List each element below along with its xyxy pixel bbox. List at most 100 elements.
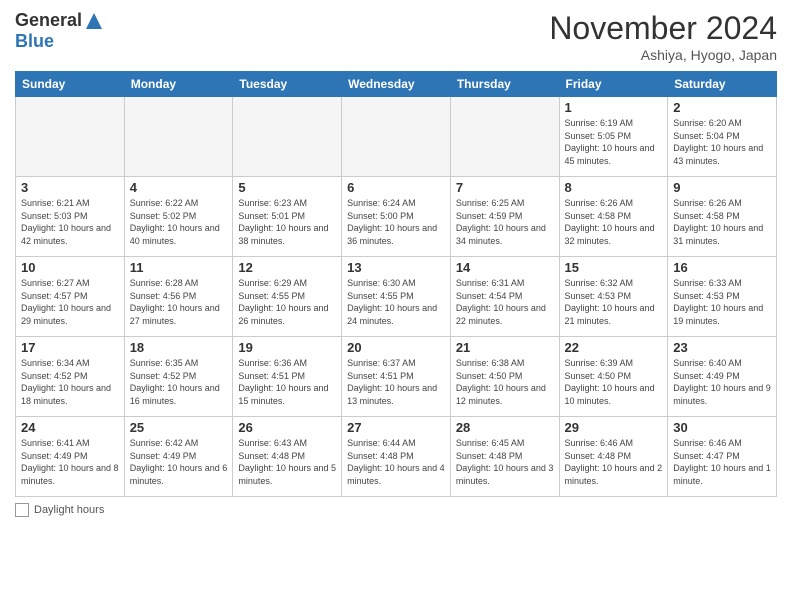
calendar-cell: 30 Sunrise: 6:46 AMSunset: 4:47 PMDayligh… — [668, 417, 777, 497]
calendar-cell — [233, 97, 342, 177]
calendar-week-3: 17 Sunrise: 6:34 AMSunset: 4:52 PMDayligh… — [16, 337, 777, 417]
calendar-cell: 6 Sunrise: 6:24 AMSunset: 5:00 PMDaylight… — [342, 177, 451, 257]
day-info: Sunrise: 6:26 AMSunset: 4:58 PMDaylight:… — [565, 197, 663, 247]
day-info: Sunrise: 6:33 AMSunset: 4:53 PMDaylight:… — [673, 277, 771, 327]
day-number: 17 — [21, 340, 119, 355]
col-sunday: Sunday — [16, 72, 125, 97]
calendar-cell: 1 Sunrise: 6:19 AMSunset: 5:05 PMDaylight… — [559, 97, 668, 177]
calendar-cell: 29Sunrise: 6:46 AMSunset: 4:48 PMDayligh… — [559, 417, 668, 497]
day-info: Sunrise: 6:31 AMSunset: 4:54 PMDaylight:… — [456, 277, 554, 327]
page-container: General Blue November 2024 Ashiya, Hyogo… — [0, 0, 792, 527]
day-info: Sunrise: 6:29 AMSunset: 4:55 PMDaylight:… — [238, 277, 336, 327]
day-info: Sunrise: 6:43 AMSunset: 4:48 PMDaylight:… — [238, 437, 336, 487]
calendar-cell: 21 Sunrise: 6:38 AMSunset: 4:50 PMDayligh… — [450, 337, 559, 417]
day-number: 20 — [347, 340, 445, 355]
calendar-week-0: 1 Sunrise: 6:19 AMSunset: 5:05 PMDaylight… — [16, 97, 777, 177]
day-info: Sunrise: 6:38 AMSunset: 4:50 PMDaylight:… — [456, 357, 554, 407]
logo-icon — [84, 11, 104, 31]
day-number: 15 — [565, 260, 663, 275]
calendar-cell: 7 Sunrise: 6:25 AMSunset: 4:59 PMDaylight… — [450, 177, 559, 257]
day-info: Sunrise: 6:39 AMSunset: 4:50 PMDaylight:… — [565, 357, 663, 407]
calendar-cell: 9Sunrise: 6:26 AMSunset: 4:58 PMDaylight… — [668, 177, 777, 257]
calendar-cell: 25 Sunrise: 6:42 AMSunset: 4:49 PMDayligh… — [124, 417, 233, 497]
calendar-cell: 3 Sunrise: 6:21 AMSunset: 5:03 PMDaylight… — [16, 177, 125, 257]
calendar-cell: 18Sunrise: 6:35 AMSunset: 4:52 PMDayligh… — [124, 337, 233, 417]
day-number: 26 — [238, 420, 336, 435]
day-info: Sunrise: 6:21 AMSunset: 5:03 PMDaylight:… — [21, 197, 119, 247]
calendar-cell: 12 Sunrise: 6:29 AMSunset: 4:55 PMDayligh… — [233, 257, 342, 337]
day-number: 7 — [456, 180, 554, 195]
calendar-week-1: 3 Sunrise: 6:21 AMSunset: 5:03 PMDaylight… — [16, 177, 777, 257]
day-info: Sunrise: 6:42 AMSunset: 4:49 PMDaylight:… — [130, 437, 228, 487]
calendar-cell: 24 Sunrise: 6:41 AMSunset: 4:49 PMDayligh… — [16, 417, 125, 497]
month-title: November 2024 — [549, 10, 777, 47]
day-number: 21 — [456, 340, 554, 355]
calendar-cell: 8 Sunrise: 6:26 AMSunset: 4:58 PMDaylight… — [559, 177, 668, 257]
calendar-cell: 5Sunrise: 6:23 AMSunset: 5:01 PMDaylight… — [233, 177, 342, 257]
calendar-cell: 17 Sunrise: 6:34 AMSunset: 4:52 PMDayligh… — [16, 337, 125, 417]
day-info: Sunrise: 6:41 AMSunset: 4:49 PMDaylight:… — [21, 437, 119, 487]
calendar-cell: 14Sunrise: 6:31 AMSunset: 4:54 PMDayligh… — [450, 257, 559, 337]
day-number: 30 — [673, 420, 771, 435]
day-info: Sunrise: 6:37 AMSunset: 4:51 PMDaylight:… — [347, 357, 445, 407]
col-saturday: Saturday — [668, 72, 777, 97]
day-info: Sunrise: 6:20 AMSunset: 5:04 PMDaylight:… — [673, 117, 771, 167]
day-number: 11 — [130, 260, 228, 275]
col-wednesday: Wednesday — [342, 72, 451, 97]
col-tuesday: Tuesday — [233, 72, 342, 97]
day-number: 24 — [21, 420, 119, 435]
calendar-table: Sunday Monday Tuesday Wednesday Thursday… — [15, 71, 777, 497]
day-number: 18 — [130, 340, 228, 355]
day-info: Sunrise: 6:25 AMSunset: 4:59 PMDaylight:… — [456, 197, 554, 247]
day-info: Sunrise: 6:34 AMSunset: 4:52 PMDaylight:… — [21, 357, 119, 407]
calendar-cell — [450, 97, 559, 177]
day-number: 28 — [456, 420, 554, 435]
day-number: 10 — [21, 260, 119, 275]
day-number: 13 — [347, 260, 445, 275]
calendar-cell — [16, 97, 125, 177]
day-number: 25 — [130, 420, 228, 435]
header-row: Sunday Monday Tuesday Wednesday Thursday… — [16, 72, 777, 97]
logo-general-text: General — [15, 10, 82, 31]
legend-box — [15, 503, 29, 517]
calendar-cell — [342, 97, 451, 177]
calendar-week-4: 24 Sunrise: 6:41 AMSunset: 4:49 PMDayligh… — [16, 417, 777, 497]
day-info: Sunrise: 6:19 AMSunset: 5:05 PMDaylight:… — [565, 117, 663, 167]
calendar-cell: 15 Sunrise: 6:32 AMSunset: 4:53 PMDayligh… — [559, 257, 668, 337]
day-number: 23 — [673, 340, 771, 355]
day-info: Sunrise: 6:24 AMSunset: 5:00 PMDaylight:… — [347, 197, 445, 247]
day-info: Sunrise: 6:40 AMSunset: 4:49 PMDaylight:… — [673, 357, 771, 407]
calendar-cell: 11Sunrise: 6:28 AMSunset: 4:56 PMDayligh… — [124, 257, 233, 337]
logo-blue-text: Blue — [15, 31, 54, 51]
col-friday: Friday — [559, 72, 668, 97]
calendar-cell: 13Sunrise: 6:30 AMSunset: 4:55 PMDayligh… — [342, 257, 451, 337]
calendar-cell: 19Sunrise: 6:36 AMSunset: 4:51 PMDayligh… — [233, 337, 342, 417]
day-number: 16 — [673, 260, 771, 275]
day-number: 27 — [347, 420, 445, 435]
col-thursday: Thursday — [450, 72, 559, 97]
day-number: 2 — [673, 100, 771, 115]
day-number: 3 — [21, 180, 119, 195]
day-info: Sunrise: 6:46 AMSunset: 4:47 PMDaylight:… — [673, 437, 771, 487]
calendar-cell: 20 Sunrise: 6:37 AMSunset: 4:51 PMDayligh… — [342, 337, 451, 417]
day-info: Sunrise: 6:26 AMSunset: 4:58 PMDaylight:… — [673, 197, 771, 247]
day-info: Sunrise: 6:44 AMSunset: 4:48 PMDaylight:… — [347, 437, 445, 487]
day-info: Sunrise: 6:45 AMSunset: 4:48 PMDaylight:… — [456, 437, 554, 487]
day-number: 6 — [347, 180, 445, 195]
col-monday: Monday — [124, 72, 233, 97]
calendar-cell: 28 Sunrise: 6:45 AMSunset: 4:48 PMDayligh… — [450, 417, 559, 497]
logo: General Blue — [15, 10, 104, 52]
header: General Blue November 2024 Ashiya, Hyogo… — [15, 10, 777, 63]
calendar-cell: 16 Sunrise: 6:33 AMSunset: 4:53 PMDayligh… — [668, 257, 777, 337]
calendar-cell: 22Sunrise: 6:39 AMSunset: 4:50 PMDayligh… — [559, 337, 668, 417]
location: Ashiya, Hyogo, Japan — [549, 47, 777, 63]
day-info: Sunrise: 6:32 AMSunset: 4:53 PMDaylight:… — [565, 277, 663, 327]
calendar-cell: 23 Sunrise: 6:40 AMSunset: 4:49 PMDayligh… — [668, 337, 777, 417]
legend-label: Daylight hours — [34, 504, 104, 516]
day-number: 8 — [565, 180, 663, 195]
day-number: 12 — [238, 260, 336, 275]
day-number: 19 — [238, 340, 336, 355]
calendar-cell: 26 Sunrise: 6:43 AMSunset: 4:48 PMDayligh… — [233, 417, 342, 497]
day-number: 1 — [565, 100, 663, 115]
calendar-cell: 4Sunrise: 6:22 AMSunset: 5:02 PMDaylight… — [124, 177, 233, 257]
